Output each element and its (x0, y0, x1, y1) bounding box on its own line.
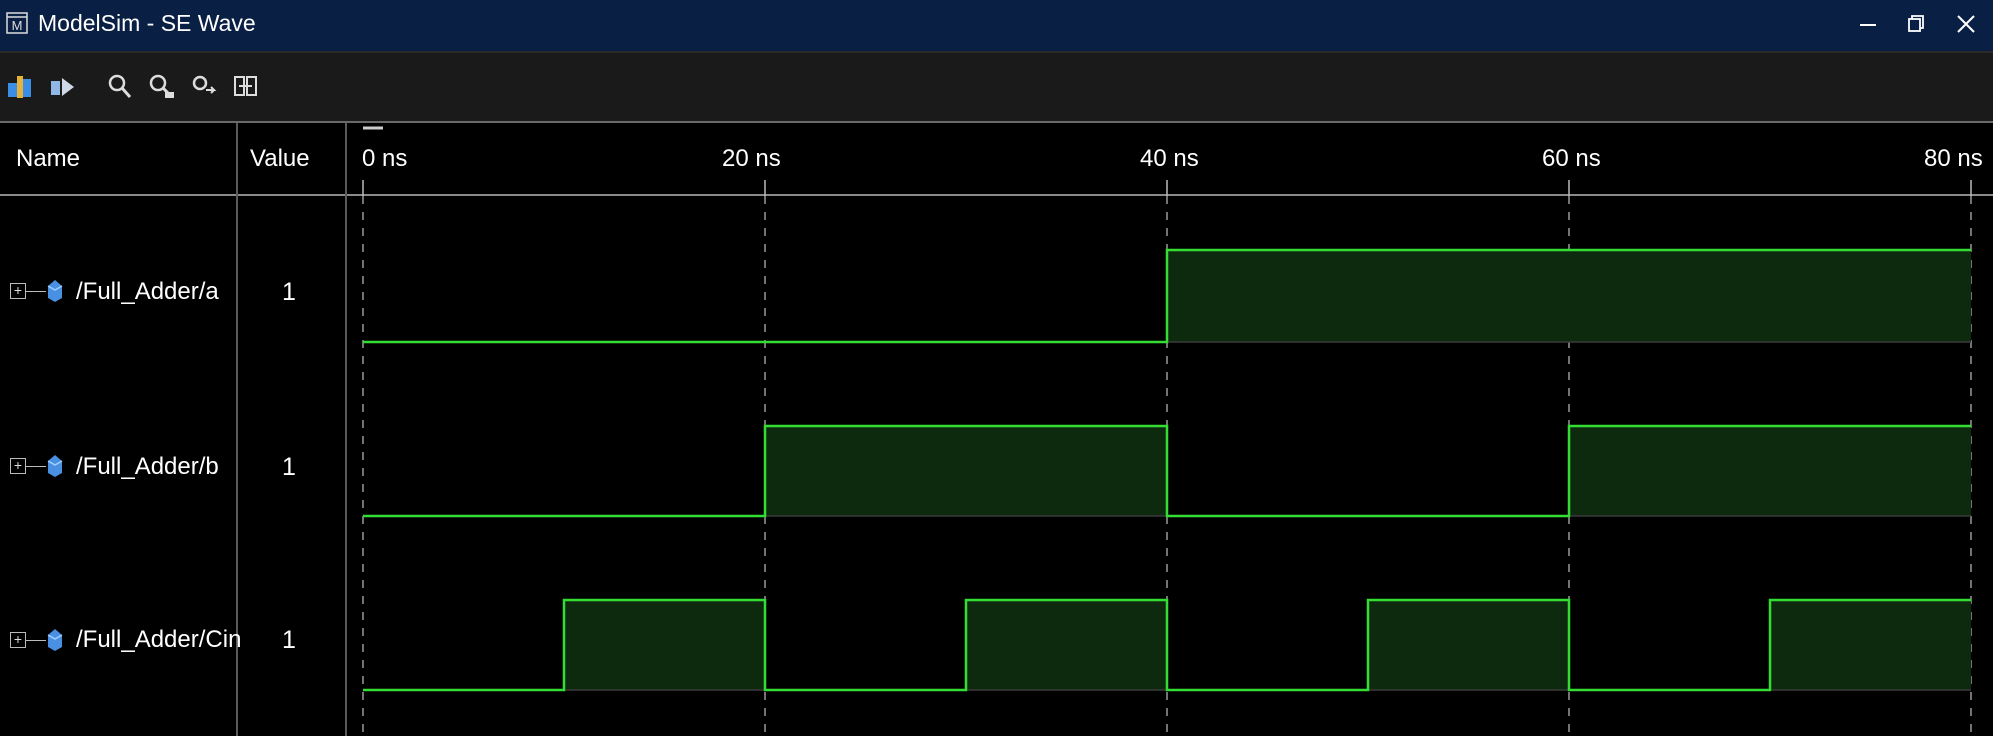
wave-high-fill (1167, 250, 1971, 342)
wave-high-fill (966, 600, 1167, 690)
wave-high-fill (1770, 600, 1971, 690)
waveform-canvas[interactable] (0, 0, 1993, 736)
wave-high-fill (1368, 600, 1569, 690)
wave-high-fill (564, 600, 765, 690)
wave-high-fill (1569, 426, 1971, 516)
wave-high-fill (765, 426, 1167, 516)
